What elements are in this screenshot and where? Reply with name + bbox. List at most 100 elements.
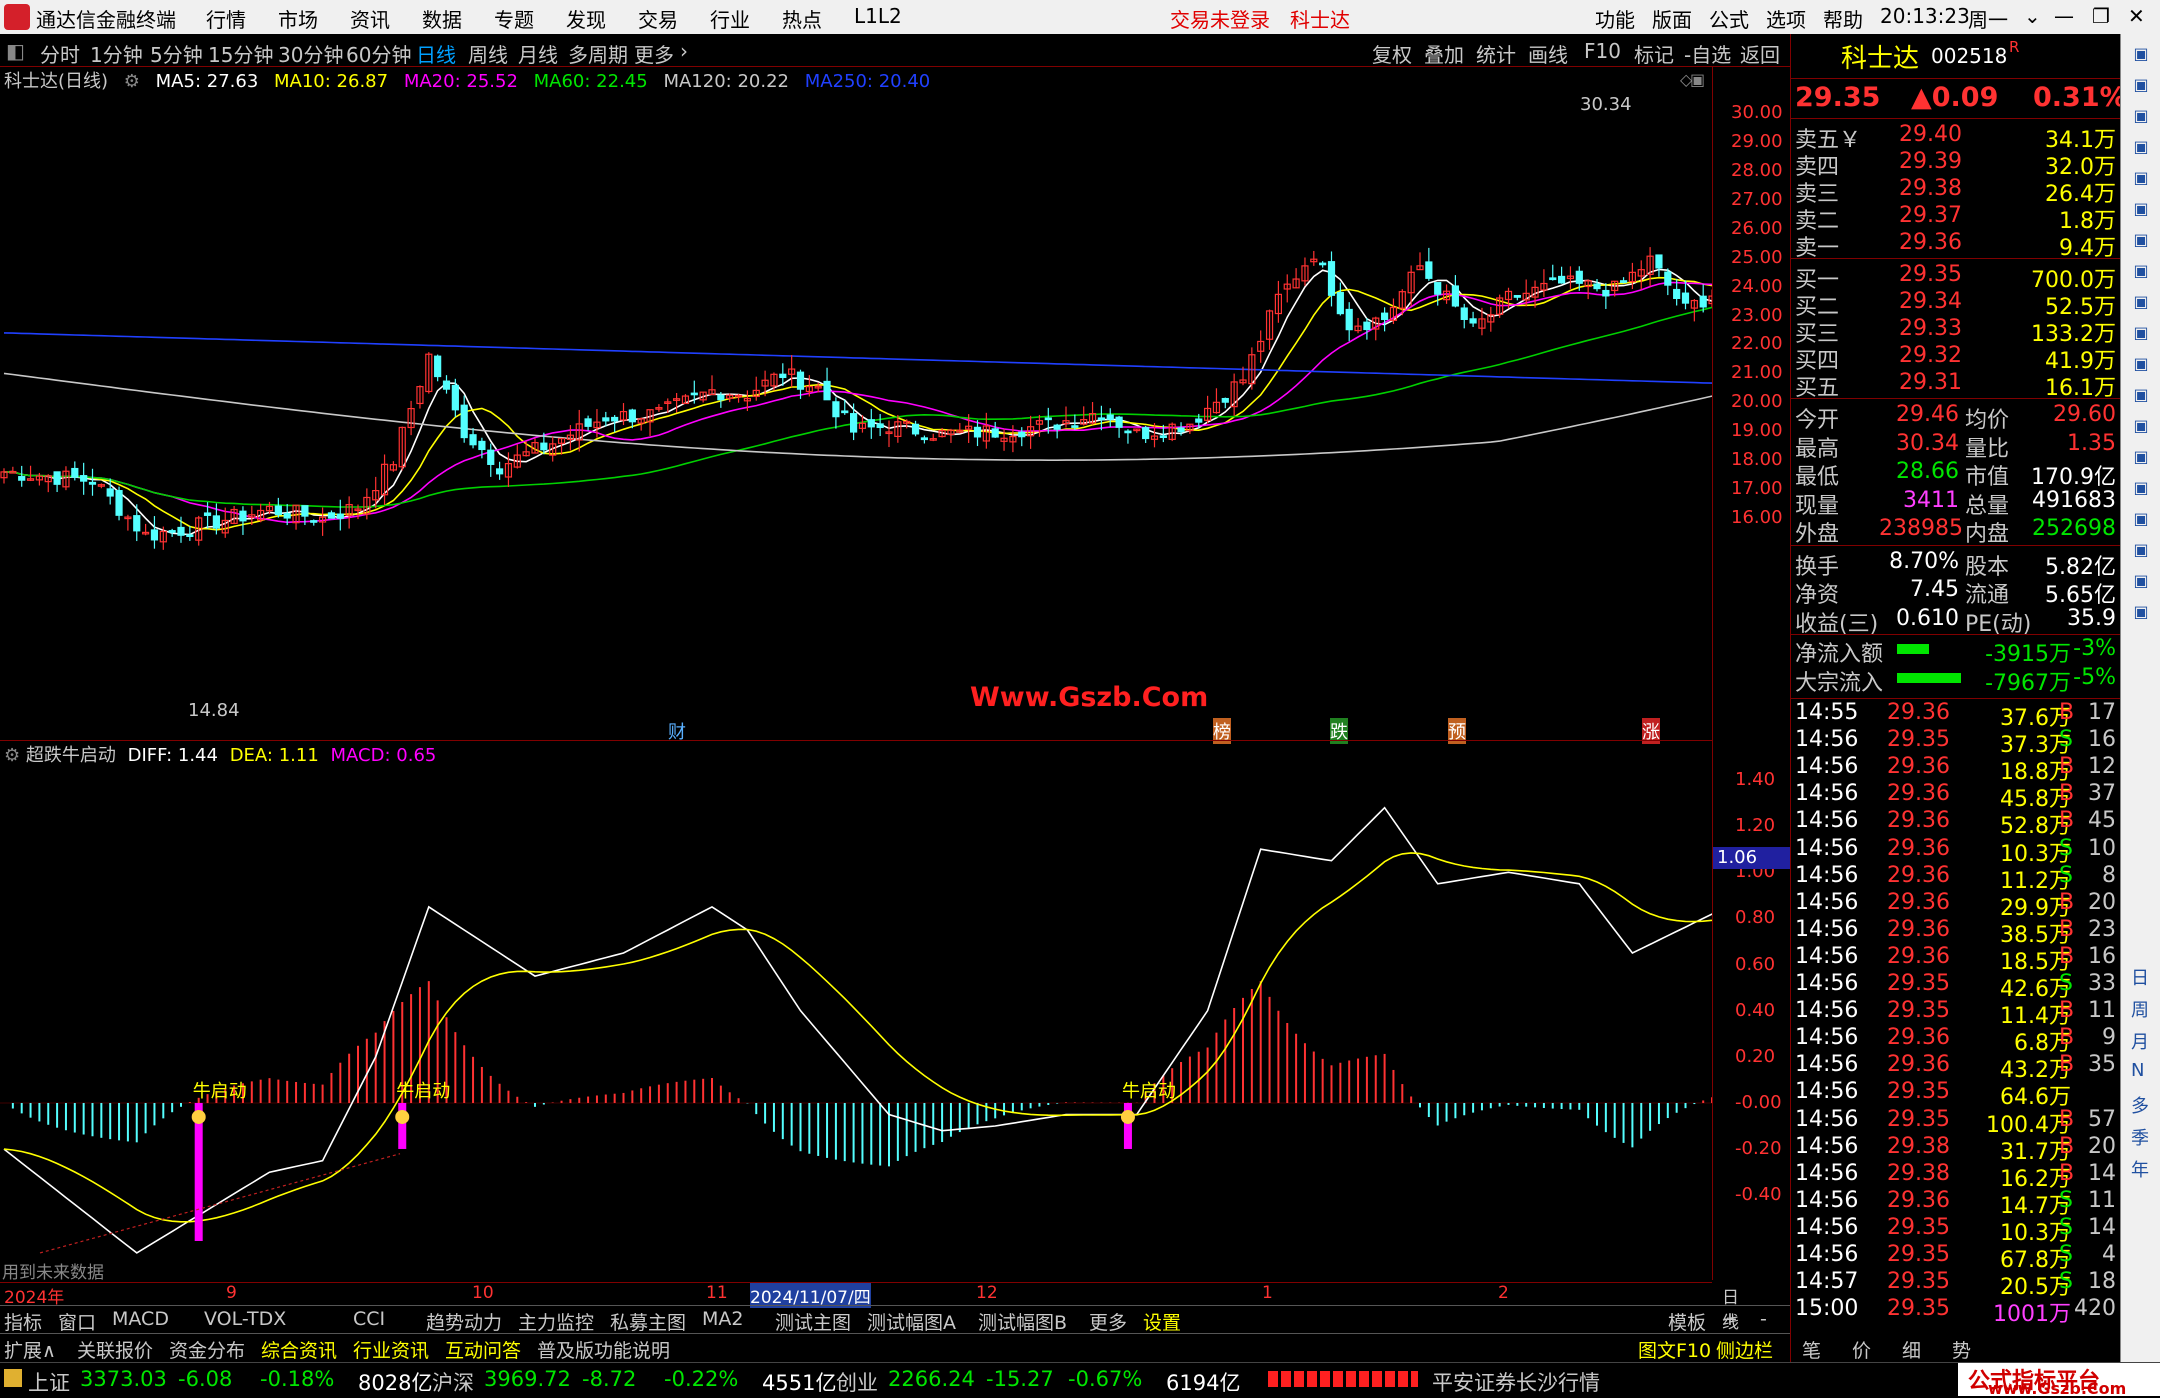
menu-discover[interactable]: 发现 <box>566 4 606 33</box>
menu-industry[interactable]: 行业 <box>710 4 750 33</box>
menu-data[interactable]: 数据 <box>422 4 462 33</box>
panel-tab-3[interactable]: 势 <box>1952 1336 1971 1363</box>
period-monthly[interactable]: 月线 <box>518 39 558 68</box>
menu-formula[interactable]: 公式 <box>1709 4 1749 33</box>
tool-watchlist[interactable]: -自选 <box>1684 39 1731 68</box>
menu-dropdown-icon[interactable]: ⌄ <box>2024 4 2041 28</box>
period-shortcut-2[interactable]: 月 <box>2131 1028 2149 1054</box>
kline-icon[interactable]: ▣ <box>2129 168 2153 190</box>
indicator-tab-9[interactable]: 测试主图 <box>775 1308 851 1335</box>
menu-topics[interactable]: 专题 <box>494 4 534 33</box>
indicator-tab-1[interactable]: 窗口 <box>58 1308 96 1335</box>
tool-f10[interactable]: F10 <box>1584 39 1621 63</box>
fs2-icon[interactable]: ▣ <box>2129 571 2153 593</box>
ext-tab-5[interactable]: 互动问答 <box>445 1336 521 1363</box>
indicator-tab-8[interactable]: MA2 <box>702 1308 743 1330</box>
grid-icon[interactable]: ▣ <box>2129 137 2153 159</box>
star-icon[interactable]: ▣ <box>2129 323 2153 345</box>
flag-icon[interactable]: ▣ <box>2129 354 2153 376</box>
settings-icon[interactable]: ⚙ <box>124 71 140 92</box>
trade-login-status[interactable]: 交易未登录 <box>1170 4 1270 33</box>
period-60min[interactable]: 60分钟 <box>346 39 411 68</box>
table-icon[interactable]: ▣ <box>2129 292 2153 314</box>
tool-adjust[interactable]: 复权 <box>1372 39 1412 68</box>
doc-icon[interactable]: ▣ <box>2129 230 2153 252</box>
indicator-tab-0[interactable]: 指标 <box>4 1308 42 1335</box>
circle-icon[interactable]: ▣ <box>2129 416 2153 438</box>
indicator-settings-icon[interactable]: ⚙ <box>4 745 20 766</box>
menu-trade[interactable]: 交易 <box>638 4 678 33</box>
index-name[interactable]: 沪深 <box>432 1367 474 1397</box>
indicator-tab-11[interactable]: 测试幅图B <box>978 1308 1067 1335</box>
period-1min[interactable]: 1分钟 <box>90 39 143 68</box>
tool-draw[interactable]: 画线 <box>1528 39 1568 68</box>
move-icon[interactable]: ▣ <box>2129 509 2153 531</box>
panel-tab-1[interactable]: 价 <box>1852 1336 1871 1363</box>
template-tab[interactable]: 模板 <box>1668 1308 1706 1335</box>
menu-quotes[interactable]: 行情 <box>206 4 246 33</box>
period-more[interactable]: 更多 <box>634 39 674 68</box>
ext-tab-2[interactable]: 资金分布 <box>169 1336 245 1363</box>
indicator-tab-12[interactable]: 更多 <box>1089 1308 1127 1335</box>
indicator-tab-7[interactable]: 私募主图 <box>610 1308 686 1335</box>
period-shortcut-5[interactable]: 季 <box>2131 1124 2149 1150</box>
period-shortcut-6[interactable]: 年 <box>2131 1156 2149 1182</box>
indicator-tab-3[interactable]: VOL-TDX <box>204 1308 286 1330</box>
ext-tab-4[interactable]: 行业资讯 <box>353 1336 429 1363</box>
period-15min[interactable]: 15分钟 <box>208 39 273 68</box>
f10-tab[interactable]: 图文F10 <box>1638 1336 1711 1363</box>
tool-mark[interactable]: 标记 <box>1634 39 1674 68</box>
candle-icon[interactable]: ▣ <box>2129 199 2153 221</box>
fs-icon[interactable]: ▣ <box>2129 385 2153 407</box>
menu-market[interactable]: 市场 <box>278 4 318 33</box>
period-multi[interactable]: 多周期 <box>568 39 628 68</box>
period-weekly[interactable]: 周线 <box>468 39 508 68</box>
indicator-tab-4[interactable]: CCI <box>353 1308 385 1330</box>
menu-function[interactable]: 功能 <box>1595 4 1635 33</box>
close-icon[interactable]: ✕ <box>2128 4 2145 28</box>
ext-tab-3[interactable]: 综合资讯 <box>261 1336 337 1363</box>
tool-overlay[interactable]: 叠加 <box>1424 39 1464 68</box>
period-timeshare[interactable]: 分时 <box>40 39 80 68</box>
panel-tab-2[interactable]: 细 <box>1902 1336 1921 1363</box>
f10-icon[interactable]: ▣ <box>2129 261 2153 283</box>
period-shortcut-4[interactable]: 多 <box>2131 1092 2149 1118</box>
period-5min[interactable]: 5分钟 <box>150 39 203 68</box>
ext-tab-0[interactable]: 扩展∧ <box>4 1336 56 1363</box>
restore-icon[interactable]: ❐ <box>2092 4 2110 28</box>
index-name[interactable]: 上证 <box>28 1367 70 1397</box>
indicator-tab-10[interactable]: 测试幅图A <box>867 1308 956 1335</box>
indicator-tab-13[interactable]: 设置 <box>1143 1308 1181 1335</box>
index-name[interactable]: 创业 <box>836 1367 878 1397</box>
menu-news[interactable]: 资讯 <box>350 4 390 33</box>
tool-back[interactable]: 返回 <box>1740 39 1780 68</box>
add-window-button[interactable]: + <box>1722 1308 1738 1330</box>
indicator-chart[interactable]: 牛启动 牛启动 牛启动 <box>0 768 1712 1280</box>
menu-help[interactable]: 帮助 <box>1823 4 1863 33</box>
candlestick-chart[interactable] <box>0 95 1712 740</box>
bar-icon[interactable]: ▣ <box>2129 447 2153 469</box>
period-shortcut-0[interactable]: 日 <box>2131 964 2149 990</box>
toolbar-menu-icon[interactable]: ◧ <box>6 39 25 63</box>
ext-tab-6[interactable]: 普及版功能说明 <box>537 1336 670 1363</box>
chart-icon[interactable]: ▣ <box>2129 106 2153 128</box>
minimize-icon[interactable]: — <box>2054 4 2074 28</box>
chevron-right-icon[interactable]: › <box>680 39 688 63</box>
indicator-tab-6[interactable]: 主力监控 <box>518 1308 594 1335</box>
indicator-tab-5[interactable]: 趋势动力 <box>426 1308 502 1335</box>
menu-hot[interactable]: 热点 <box>782 4 822 33</box>
period-shortcut-3[interactable]: N <box>2131 1060 2144 1081</box>
chart-maximize-icon[interactable]: ▣ <box>1690 70 1705 89</box>
rsi-icon[interactable]: ▣ <box>2129 478 2153 500</box>
pen-icon[interactable]: ▣ <box>2129 540 2153 562</box>
indicator-tab-2[interactable]: MACD <box>112 1308 169 1330</box>
period-shortcut-1[interactable]: 周 <box>2131 996 2149 1022</box>
period-daily[interactable]: 日线 <box>416 39 456 68</box>
tool-stats[interactable]: 统计 <box>1476 39 1516 68</box>
up-arrow-icon[interactable]: ▣ <box>2129 44 2153 66</box>
list-icon[interactable]: ▣ <box>2129 75 2153 97</box>
menu-layout[interactable]: 版面 <box>1652 4 1692 33</box>
vol-icon[interactable]: ▣ <box>2129 602 2153 624</box>
menu-options[interactable]: 选项 <box>1766 4 1806 33</box>
remove-window-button[interactable]: - <box>1760 1308 1767 1330</box>
